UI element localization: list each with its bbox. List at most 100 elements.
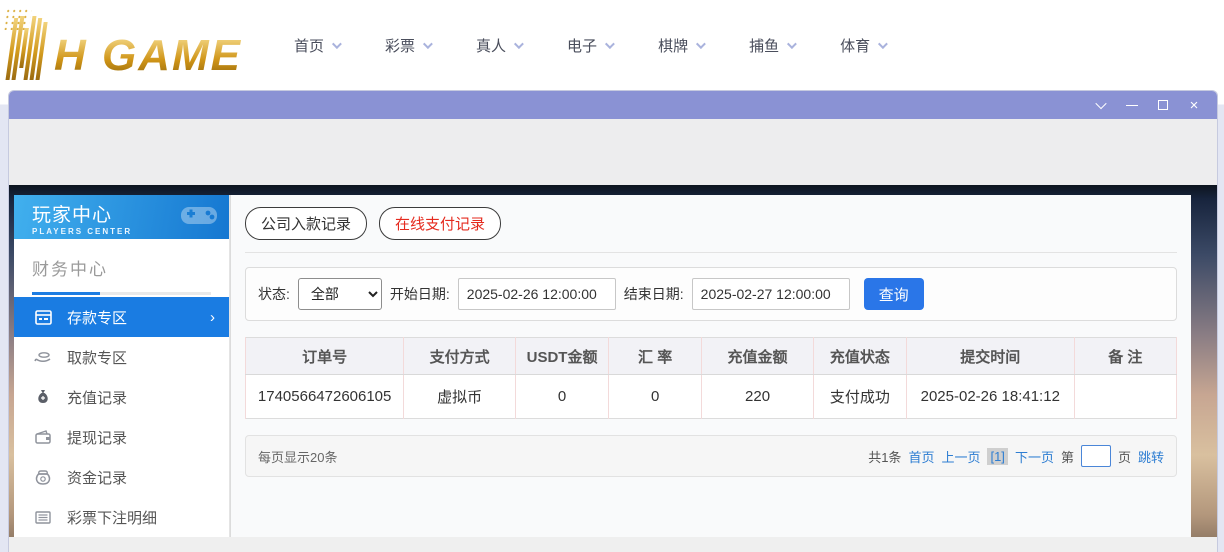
pagination-controls: 共1条 首页 上一页 [1] 下一页 第 页 跳转	[868, 445, 1164, 467]
sidebar-section-label: 财务中心	[32, 260, 108, 279]
window-bottom-strip	[9, 537, 1217, 552]
nav-label: 彩票	[385, 37, 416, 55]
sidebar-item-label: 资金记录	[67, 469, 128, 487]
tab-online-payment-records[interactable]: 在线支付记录	[379, 207, 502, 240]
main-nav: 首页 彩票 真人 电子 棋牌 捕鱼 体育	[294, 35, 888, 56]
col-submit-time: 提交时间	[905, 337, 1075, 375]
window-minimize-button[interactable]	[1123, 96, 1141, 114]
logo-text: H GAME	[54, 31, 242, 81]
page-size-text: 每页显示20条	[258, 449, 338, 465]
status-select[interactable]: 全部	[297, 278, 382, 310]
chevron-down-icon	[1095, 97, 1107, 110]
record-tabs: 公司入款记录 在线支付记录	[245, 207, 1177, 253]
table-header-row: 订单号 支付方式 USDT金额 汇 率 充值金额 充值状态 提交时间 备 注	[244, 337, 1178, 375]
minimize-icon	[1126, 104, 1138, 106]
chevron-down-icon	[878, 38, 888, 49]
logo-mark	[2, 8, 55, 80]
window-toolbar-area	[9, 119, 1217, 185]
sidebar-item-label: 充值记录	[67, 389, 128, 407]
sidebar-item-withdraw-records[interactable]: 提现记录	[14, 417, 229, 457]
gamepad-icon	[179, 201, 219, 234]
chevron-down-icon	[787, 38, 797, 49]
sidebar-section-underline	[32, 292, 211, 295]
nav-item-boardgames[interactable]: 棋牌	[658, 35, 706, 56]
cell-recharge-status: 支付成功	[812, 374, 907, 419]
next-page-link[interactable]: 下一页	[1015, 447, 1054, 466]
page-number-input[interactable]	[1080, 445, 1111, 467]
chevron-down-icon	[605, 38, 615, 49]
coin-purse-icon	[34, 468, 52, 486]
sidebar-menu: 存款专区 › 取款专区 充值记录 提现记录 资金记录 彩票下注明细	[14, 297, 229, 537]
jump-label-pre: 第	[1060, 449, 1074, 465]
chevron-down-icon	[514, 38, 524, 49]
nav-item-lottery[interactable]: 彩票	[385, 35, 433, 56]
jump-button[interactable]: 跳转	[1138, 447, 1164, 466]
col-remark: 备 注	[1073, 337, 1178, 375]
total-count-text: 共1条	[868, 449, 902, 465]
content-zone: 玩家中心 PLAYERS CENTER 财务中心 存款专区 › 取款专区 充值记…	[9, 185, 1217, 552]
prev-page-link[interactable]: 上一页	[941, 447, 980, 466]
nav-label: 体育	[840, 37, 871, 55]
chevron-down-icon	[331, 38, 342, 49]
nav-item-sports[interactable]: 体育	[840, 35, 888, 56]
table-row: 1740566472606105 虚拟币 0 0 220 支付成功 2025-0…	[244, 374, 1178, 419]
end-date-label: 结束日期:	[623, 286, 684, 302]
search-button[interactable]: 查询	[863, 278, 924, 310]
nav-label: 首页	[294, 37, 325, 55]
chevron-down-icon	[422, 38, 433, 49]
col-pay-method: 支付方式	[403, 337, 516, 375]
window-titlebar[interactable]: ×	[9, 91, 1217, 119]
col-recharge-amount: 充值金额	[701, 337, 814, 375]
window-maximize-button[interactable]	[1154, 96, 1172, 114]
window-dropdown-button[interactable]	[1092, 96, 1110, 114]
start-date-input[interactable]	[457, 278, 616, 310]
col-usdt-amount: USDT金额	[514, 337, 610, 375]
col-recharge-status: 充值状态	[812, 337, 907, 375]
chevron-down-icon	[696, 38, 706, 49]
wallet-icon	[34, 428, 52, 446]
window-close-button[interactable]: ×	[1185, 96, 1203, 114]
hand-money-icon	[34, 348, 52, 366]
status-label: 状态:	[258, 286, 290, 302]
site-header: H GAME 首页 彩票 真人 电子 棋牌 捕鱼 体育	[0, 0, 1224, 90]
sidebar-item-label: 彩票下注明细	[67, 509, 158, 527]
tab-company-deposit-records[interactable]: 公司入款记录	[245, 207, 368, 240]
sidebar: 玩家中心 PLAYERS CENTER 财务中心 存款专区 › 取款专区 充值记…	[14, 195, 230, 537]
cell-recharge-amount: 220	[701, 374, 814, 419]
sidebar-item-deposit-zone[interactable]: 存款专区 ›	[14, 297, 229, 337]
list-document-icon	[34, 508, 52, 526]
cell-pay-method: 虚拟币	[403, 374, 516, 419]
nav-item-fishing[interactable]: 捕鱼	[749, 35, 797, 56]
nav-label: 真人	[476, 37, 507, 55]
sidebar-header: 玩家中心 PLAYERS CENTER	[14, 195, 229, 239]
sidebar-item-label: 存款专区	[67, 309, 128, 327]
chevron-right-icon: ›	[210, 308, 215, 326]
main-panel: 公司入款记录 在线支付记录 状态: 全部 开始日期: 结束日期: 查询	[230, 195, 1191, 537]
sidebar-item-fund-records[interactable]: 资金记录	[14, 457, 229, 497]
pagination-bar: 每页显示20条 共1条 首页 上一页 [1] 下一页 第 页 跳转	[245, 435, 1177, 477]
sidebar-item-withdraw-zone[interactable]: 取款专区	[14, 337, 229, 377]
current-page-indicator: [1]	[987, 447, 1008, 465]
nav-item-home[interactable]: 首页	[294, 35, 342, 56]
sidebar-item-lottery-bet-detail[interactable]: 彩票下注明细	[14, 497, 229, 537]
first-page-link[interactable]: 首页	[908, 447, 934, 466]
sidebar-item-recharge-records[interactable]: 充值记录	[14, 377, 229, 417]
col-rate: 汇 率	[608, 337, 703, 375]
sidebar-section: 财务中心	[14, 239, 229, 295]
logo[interactable]: H GAME	[2, 8, 242, 81]
payment-records-table: 订单号 支付方式 USDT金额 汇 率 充值金额 充值状态 提交时间 备 注 1	[244, 337, 1178, 419]
cell-remark	[1073, 374, 1178, 419]
cell-usdt-amount: 0	[514, 374, 610, 419]
nav-label: 捕鱼	[749, 37, 780, 55]
maximize-icon	[1158, 100, 1168, 110]
sidebar-item-label: 取款专区	[67, 349, 128, 367]
nav-item-live[interactable]: 真人	[476, 35, 524, 56]
nav-item-slots[interactable]: 电子	[567, 35, 615, 56]
nav-label: 电子	[567, 37, 598, 55]
nav-label: 棋牌	[658, 37, 689, 55]
cell-order-no: 1740566472606105	[244, 374, 405, 419]
end-date-input[interactable]	[691, 278, 850, 310]
cell-submit-time: 2025-02-26 18:41:12	[905, 374, 1075, 419]
jump-label-post: 页	[1117, 449, 1131, 465]
filter-bar: 状态: 全部 开始日期: 结束日期: 查询	[245, 267, 1177, 321]
